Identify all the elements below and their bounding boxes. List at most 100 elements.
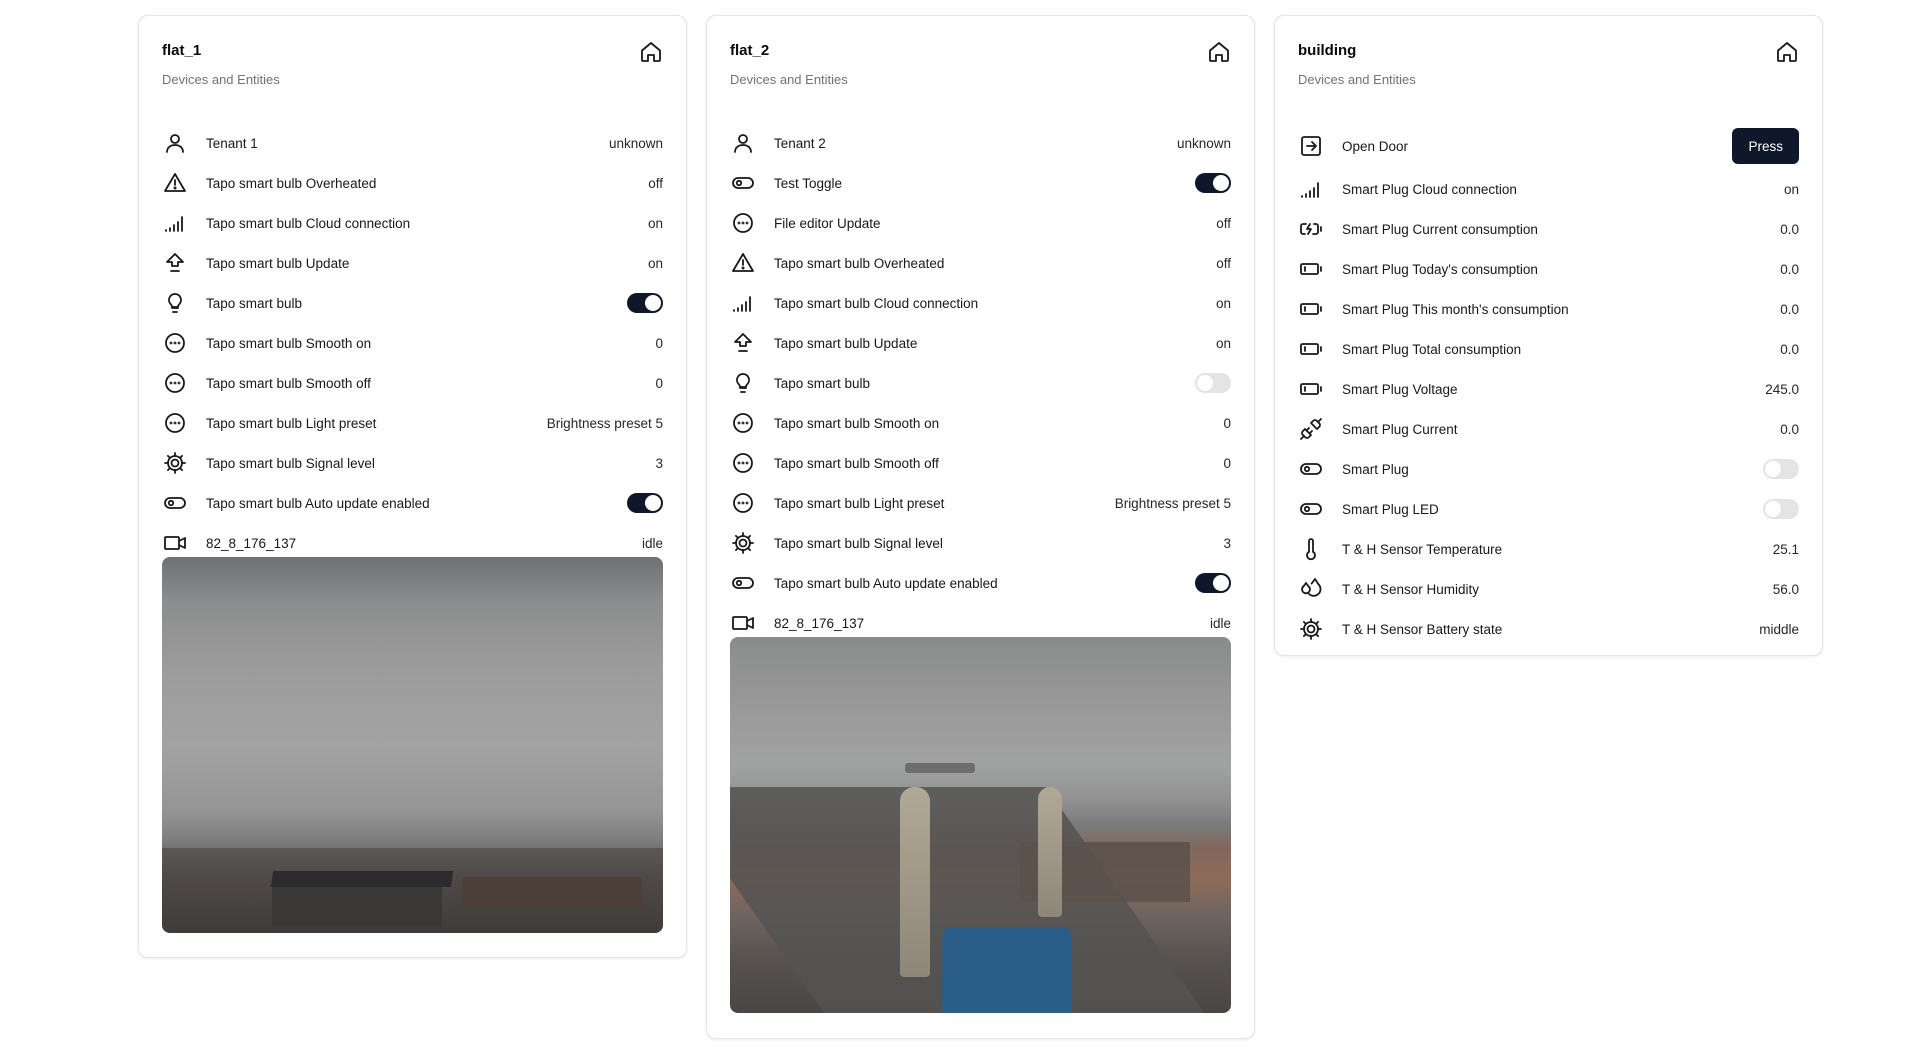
dots-circle-icon	[730, 410, 756, 436]
entity-row[interactable]: Tapo smart bulb Light preset Brightness p…	[730, 483, 1231, 523]
entity-label: Tapo smart bulb Overheated	[206, 175, 377, 191]
entity-row[interactable]: Smart Plug Current consumption 0.0	[1298, 209, 1799, 249]
entity-value: 245.0	[1765, 381, 1799, 397]
home-icon[interactable]	[1775, 40, 1799, 64]
entity-label: Tapo smart bulb Auto update enabled	[774, 575, 998, 591]
entity-label: 82_8_176_137	[206, 535, 297, 551]
press-button[interactable]: Press	[1732, 128, 1799, 164]
toggle-icon	[162, 490, 188, 516]
dots-circle-icon	[162, 330, 188, 356]
entity-row[interactable]: Tapo smart bulb Smooth off 0	[162, 363, 663, 403]
entity-row[interactable]: Smart Plug This month's consumption 0.0	[1298, 289, 1799, 329]
bulb-icon	[730, 370, 756, 396]
entity-row[interactable]: Open Door Press	[1298, 123, 1799, 169]
entity-label: Tapo smart bulb Cloud connection	[206, 215, 411, 231]
entity-row[interactable]: Smart Plug Current 0.0	[1298, 409, 1799, 449]
entity-value: off	[648, 175, 663, 191]
entity-row[interactable]: T & H Sensor Humidity 56.0	[1298, 569, 1799, 609]
card-flat-1: flat_1 Devices and Entities Tenant 1 unkn…	[138, 15, 687, 958]
battery-icon	[1298, 336, 1324, 362]
toggle-knob	[1765, 501, 1781, 517]
entity-row[interactable]: Tapo smart bulb Auto update enabled	[162, 483, 663, 523]
entity-row[interactable]: Smart Plug Today's consumption 0.0	[1298, 249, 1799, 289]
entity-row[interactable]: Test Toggle	[730, 163, 1231, 203]
entity-row[interactable]: Tapo smart bulb Light preset Brightness p…	[162, 403, 663, 443]
toggle-knob	[1213, 575, 1229, 591]
card-title: flat_2	[730, 42, 770, 59]
toggle-switch[interactable]	[1763, 459, 1799, 479]
entity-label: Tenant 2	[774, 135, 826, 151]
card-subtitle: Devices and Entities	[162, 72, 280, 87]
entity-label: Open Door	[1342, 138, 1409, 154]
entity-label: Tapo smart bulb Smooth on	[774, 415, 940, 431]
entity-label: Tapo smart bulb Signal level	[774, 535, 943, 551]
toggle-switch[interactable]	[1195, 173, 1231, 193]
entity-row[interactable]: Tapo smart bulb Signal level 3	[730, 523, 1231, 563]
entity-row[interactable]: T & H Sensor Battery state middle	[1298, 609, 1799, 649]
entity-row[interactable]: Tenant 2 unknown	[730, 123, 1231, 163]
entity-label: Tapo smart bulb Light preset	[774, 495, 945, 511]
entity-label: Tapo smart bulb Cloud connection	[774, 295, 979, 311]
entity-value: off	[1216, 255, 1231, 271]
entity-row[interactable]: Smart Plug Total consumption 0.0	[1298, 329, 1799, 369]
entity-row[interactable]: Tapo smart bulb	[730, 363, 1231, 403]
entity-value: Brightness preset 5	[546, 415, 663, 431]
entity-value: unknown	[608, 135, 663, 151]
entity-row[interactable]: Tapo smart bulb Smooth on 0	[730, 403, 1231, 443]
entity-row[interactable]: T & H Sensor Temperature 25.1	[1298, 529, 1799, 569]
entity-value: 0.0	[1780, 301, 1799, 317]
toggle-knob	[1765, 461, 1781, 477]
toggle-switch[interactable]	[1763, 499, 1799, 519]
toggle-switch[interactable]	[1195, 373, 1231, 393]
home-icon[interactable]	[1207, 40, 1231, 64]
battery-charging-icon	[1298, 216, 1324, 242]
person-icon	[730, 130, 756, 156]
entity-row[interactable]: Smart Plug Cloud connection on	[1298, 169, 1799, 209]
entity-label: 82_8_176_137	[774, 615, 865, 631]
entity-row[interactable]: Smart Plug Voltage 245.0	[1298, 369, 1799, 409]
entity-row[interactable]: Tapo smart bulb Overheated off	[162, 163, 663, 203]
entity-row[interactable]: Tapo smart bulb Update on	[730, 323, 1231, 363]
entity-row[interactable]: Tapo smart bulb	[162, 283, 663, 323]
entity-row[interactable]: Tapo smart bulb Smooth off 0	[730, 443, 1231, 483]
card-title: flat_1	[162, 42, 202, 59]
camera-feed[interactable]	[730, 637, 1231, 1013]
entity-value: 0.0	[1780, 341, 1799, 357]
entity-label: Test Toggle	[774, 175, 843, 191]
home-icon[interactable]	[639, 40, 663, 64]
toggle-knob	[645, 495, 661, 511]
toggle-switch[interactable]	[1195, 573, 1231, 593]
dots-circle-icon	[730, 490, 756, 516]
entity-row[interactable]: Tapo smart bulb Auto update enabled	[730, 563, 1231, 603]
dots-circle-icon	[162, 410, 188, 436]
card-building: building Devices and Entities Open Door P…	[1274, 15, 1823, 656]
entity-label: T & H Sensor Temperature	[1342, 541, 1503, 557]
entity-value: 0.0	[1780, 261, 1799, 277]
camera-feed[interactable]	[162, 557, 663, 933]
entity-row[interactable]: Tapo smart bulb Overheated off	[730, 243, 1231, 283]
entity-row[interactable]: Tapo smart bulb Update on	[162, 243, 663, 283]
card-title: building	[1298, 42, 1357, 59]
entity-label: Tapo smart bulb Update	[774, 335, 918, 351]
entity-list: Tenant 2 unknown Test Toggle File editor Up…	[730, 123, 1231, 643]
entity-list: Tenant 1 unknown Tapo smart bulb Overheate…	[162, 123, 663, 563]
entity-label: File editor Update	[774, 215, 881, 231]
entity-value: on	[647, 255, 663, 271]
entity-row[interactable]: Tenant 1 unknown	[162, 123, 663, 163]
entity-row[interactable]: Tapo smart bulb Cloud connection on	[162, 203, 663, 243]
bulb-icon	[162, 290, 188, 316]
entity-row[interactable]: Tapo smart bulb Cloud connection on	[730, 283, 1231, 323]
entity-row[interactable]: Smart Plug	[1298, 449, 1799, 489]
entity-row[interactable]: File editor Update off	[730, 203, 1231, 243]
entity-row[interactable]: Smart Plug LED	[1298, 489, 1799, 529]
entity-label: Tapo smart bulb	[774, 375, 871, 391]
entity-row[interactable]: Tapo smart bulb Signal level 3	[162, 443, 663, 483]
toggle-switch[interactable]	[627, 293, 663, 313]
entity-label: Smart Plug Today's consumption	[1342, 261, 1538, 277]
toggle-switch[interactable]	[627, 493, 663, 513]
camera-icon	[162, 530, 188, 556]
signal-icon	[162, 210, 188, 236]
entity-row[interactable]: Tapo smart bulb Smooth on 0	[162, 323, 663, 363]
entity-value: idle	[1209, 615, 1231, 631]
thermometer-icon	[1298, 536, 1324, 562]
